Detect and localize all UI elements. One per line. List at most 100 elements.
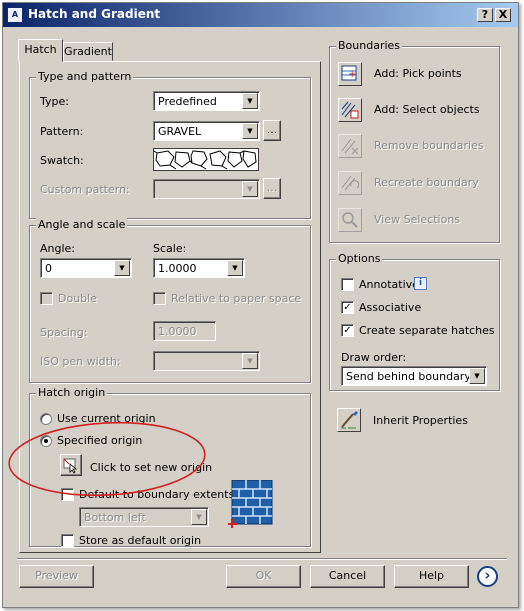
chevron-down-icon[interactable]: ▼ — [242, 181, 258, 197]
remove-boundaries-icon — [341, 138, 359, 155]
separate-hatches-checkbox[interactable]: ✓ — [341, 324, 354, 337]
dialog-window: A Hatch and Gradient ? X Hatch Gradient … — [2, 2, 519, 608]
pattern-value: GRAVEL — [158, 125, 202, 138]
origin-preview — [228, 479, 276, 528]
type-value: Predefined — [158, 95, 217, 108]
info-icon[interactable]: i — [414, 277, 427, 290]
view-selections-label[interactable]: View Selections — [374, 213, 460, 226]
specified-origin-label: Specified origin — [57, 434, 143, 447]
relative-paper-space-label: Relative to paper space — [171, 292, 302, 305]
pattern-swatch[interactable] — [153, 148, 259, 171]
tab-hatch[interactable]: Hatch — [18, 39, 63, 62]
store-default-origin-label: Store as default origin — [79, 534, 202, 547]
brick-origin-icon — [228, 479, 273, 528]
remove-boundaries-button[interactable] — [338, 134, 362, 158]
inherit-properties-button[interactable] — [337, 408, 361, 432]
chevron-down-icon[interactable]: ▼ — [242, 93, 258, 109]
iso-pen-width-dropdown[interactable]: ▼ — [153, 351, 260, 371]
close-button[interactable]: X — [495, 8, 511, 22]
pick-points-label[interactable]: Add: Pick points — [374, 67, 462, 80]
boundaries-title: Boundaries — [336, 39, 403, 52]
draw-order-label: Draw order: — [341, 351, 407, 364]
title-bar: A Hatch and Gradient ? X — [3, 3, 518, 27]
draw-order-dropdown[interactable]: Send behind boundary ▼ — [341, 366, 487, 386]
spacing-field[interactable]: 1.0000 — [153, 321, 216, 341]
set-origin-label[interactable]: Click to set new origin — [90, 461, 212, 474]
use-current-origin-radio[interactable] — [40, 413, 52, 425]
custom-pattern-dropdown[interactable]: ▼ — [153, 179, 260, 199]
hatch-origin-group: Hatch origin Use current origin Specifie… — [29, 386, 311, 547]
window-title: Hatch and Gradient — [28, 7, 161, 21]
chevron-down-icon[interactable]: ▼ — [114, 260, 130, 276]
ok-button[interactable]: OK — [226, 565, 301, 588]
boundaries-group: Boundaries + Add: Pick points Add: Selec… — [329, 39, 500, 243]
cancel-button[interactable]: Cancel — [310, 565, 385, 588]
double-checkbox[interactable] — [40, 292, 53, 305]
tab-gradient[interactable]: Gradient — [63, 42, 113, 61]
chevron-down-icon[interactable]: ▼ — [191, 509, 207, 525]
more-options-icon[interactable]: › — [477, 566, 498, 587]
scale-value: 1.0000 — [158, 262, 197, 275]
scale-dropdown[interactable]: 1.0000 ▼ — [153, 258, 245, 278]
default-boundary-extents-label: Default to boundary extents — [79, 488, 235, 501]
chevron-down-icon[interactable]: ▼ — [242, 123, 258, 139]
double-label: Double — [58, 292, 97, 305]
inherit-properties-label[interactable]: Inherit Properties — [373, 414, 468, 427]
type-and-pattern-title: Type and pattern — [36, 70, 134, 83]
relative-paper-space-checkbox[interactable] — [153, 292, 166, 305]
help-title-button[interactable]: ? — [477, 8, 493, 22]
angle-label: Angle: — [40, 242, 76, 255]
iso-pen-width-label: ISO pen width: — [40, 355, 121, 368]
separate-hatches-label: Create separate hatches — [359, 324, 495, 337]
associative-checkbox[interactable]: ✓ — [341, 301, 354, 314]
custom-pattern-browse-button[interactable]: ... — [263, 178, 281, 199]
use-current-origin-label: Use current origin — [57, 412, 156, 425]
select-objects-button[interactable] — [338, 98, 362, 122]
type-dropdown[interactable]: Predefined ▼ — [153, 91, 260, 111]
annotative-checkbox[interactable] — [341, 278, 354, 291]
brush-icon — [341, 411, 358, 429]
associative-label: Associative — [359, 301, 422, 314]
options-title: Options — [336, 252, 383, 265]
pick-points-icon: + — [341, 65, 357, 81]
pick-origin-icon — [63, 458, 78, 474]
pattern-label: Pattern: — [40, 125, 84, 138]
preview-button[interactable]: Preview — [19, 565, 94, 588]
set-origin-button[interactable] — [60, 454, 82, 476]
angle-value: 0 — [45, 262, 52, 275]
pick-points-button[interactable]: + — [338, 62, 362, 86]
default-boundary-extents-checkbox[interactable] — [61, 488, 74, 501]
chevron-down-icon[interactable]: ▼ — [242, 353, 258, 369]
store-default-origin-checkbox[interactable] — [61, 534, 74, 547]
recreate-boundary-button[interactable] — [338, 171, 362, 195]
type-and-pattern-group: Type and pattern Type: Predefined ▼ Patt… — [29, 70, 311, 219]
chevron-down-icon[interactable]: ▼ — [469, 368, 485, 384]
magnifier-icon — [342, 212, 358, 228]
draw-order-value: Send behind boundary — [346, 370, 471, 383]
boundary-position-dropdown[interactable]: Bottom left ▼ — [79, 507, 209, 527]
swatch-label: Swatch: — [40, 154, 84, 167]
angle-and-scale-group: Angle and scale Angle: 0 ▼ Scale: 1.0000… — [29, 218, 311, 383]
gravel-swatch-icon — [153, 150, 257, 170]
recreate-boundary-icon — [341, 175, 360, 191]
recreate-boundary-label[interactable]: Recreate boundary — [374, 176, 479, 189]
custom-pattern-label: Custom pattern: — [40, 183, 130, 196]
chevron-down-icon[interactable]: ▼ — [227, 260, 243, 276]
app-icon: A — [7, 7, 23, 23]
select-objects-icon — [341, 101, 359, 119]
angle-dropdown[interactable]: 0 ▼ — [40, 258, 132, 278]
specified-origin-radio[interactable] — [40, 435, 52, 447]
options-group: Options Annotative i ✓ Associative ✓ Cre… — [329, 252, 500, 391]
hatch-origin-title: Hatch origin — [36, 386, 108, 399]
svg-text:+: + — [348, 69, 356, 80]
scale-label: Scale: — [153, 242, 187, 255]
pattern-browse-button[interactable]: ... — [263, 120, 281, 141]
view-selections-button[interactable] — [338, 208, 362, 232]
help-button[interactable]: Help — [394, 565, 469, 588]
remove-boundaries-label[interactable]: Remove boundaries — [374, 139, 484, 152]
footer-separator — [17, 558, 507, 560]
pattern-dropdown[interactable]: GRAVEL ▼ — [153, 121, 260, 141]
boundary-position-value: Bottom left — [84, 511, 146, 524]
select-objects-label[interactable]: Add: Select objects — [374, 103, 480, 116]
angle-and-scale-title: Angle and scale — [36, 218, 128, 231]
